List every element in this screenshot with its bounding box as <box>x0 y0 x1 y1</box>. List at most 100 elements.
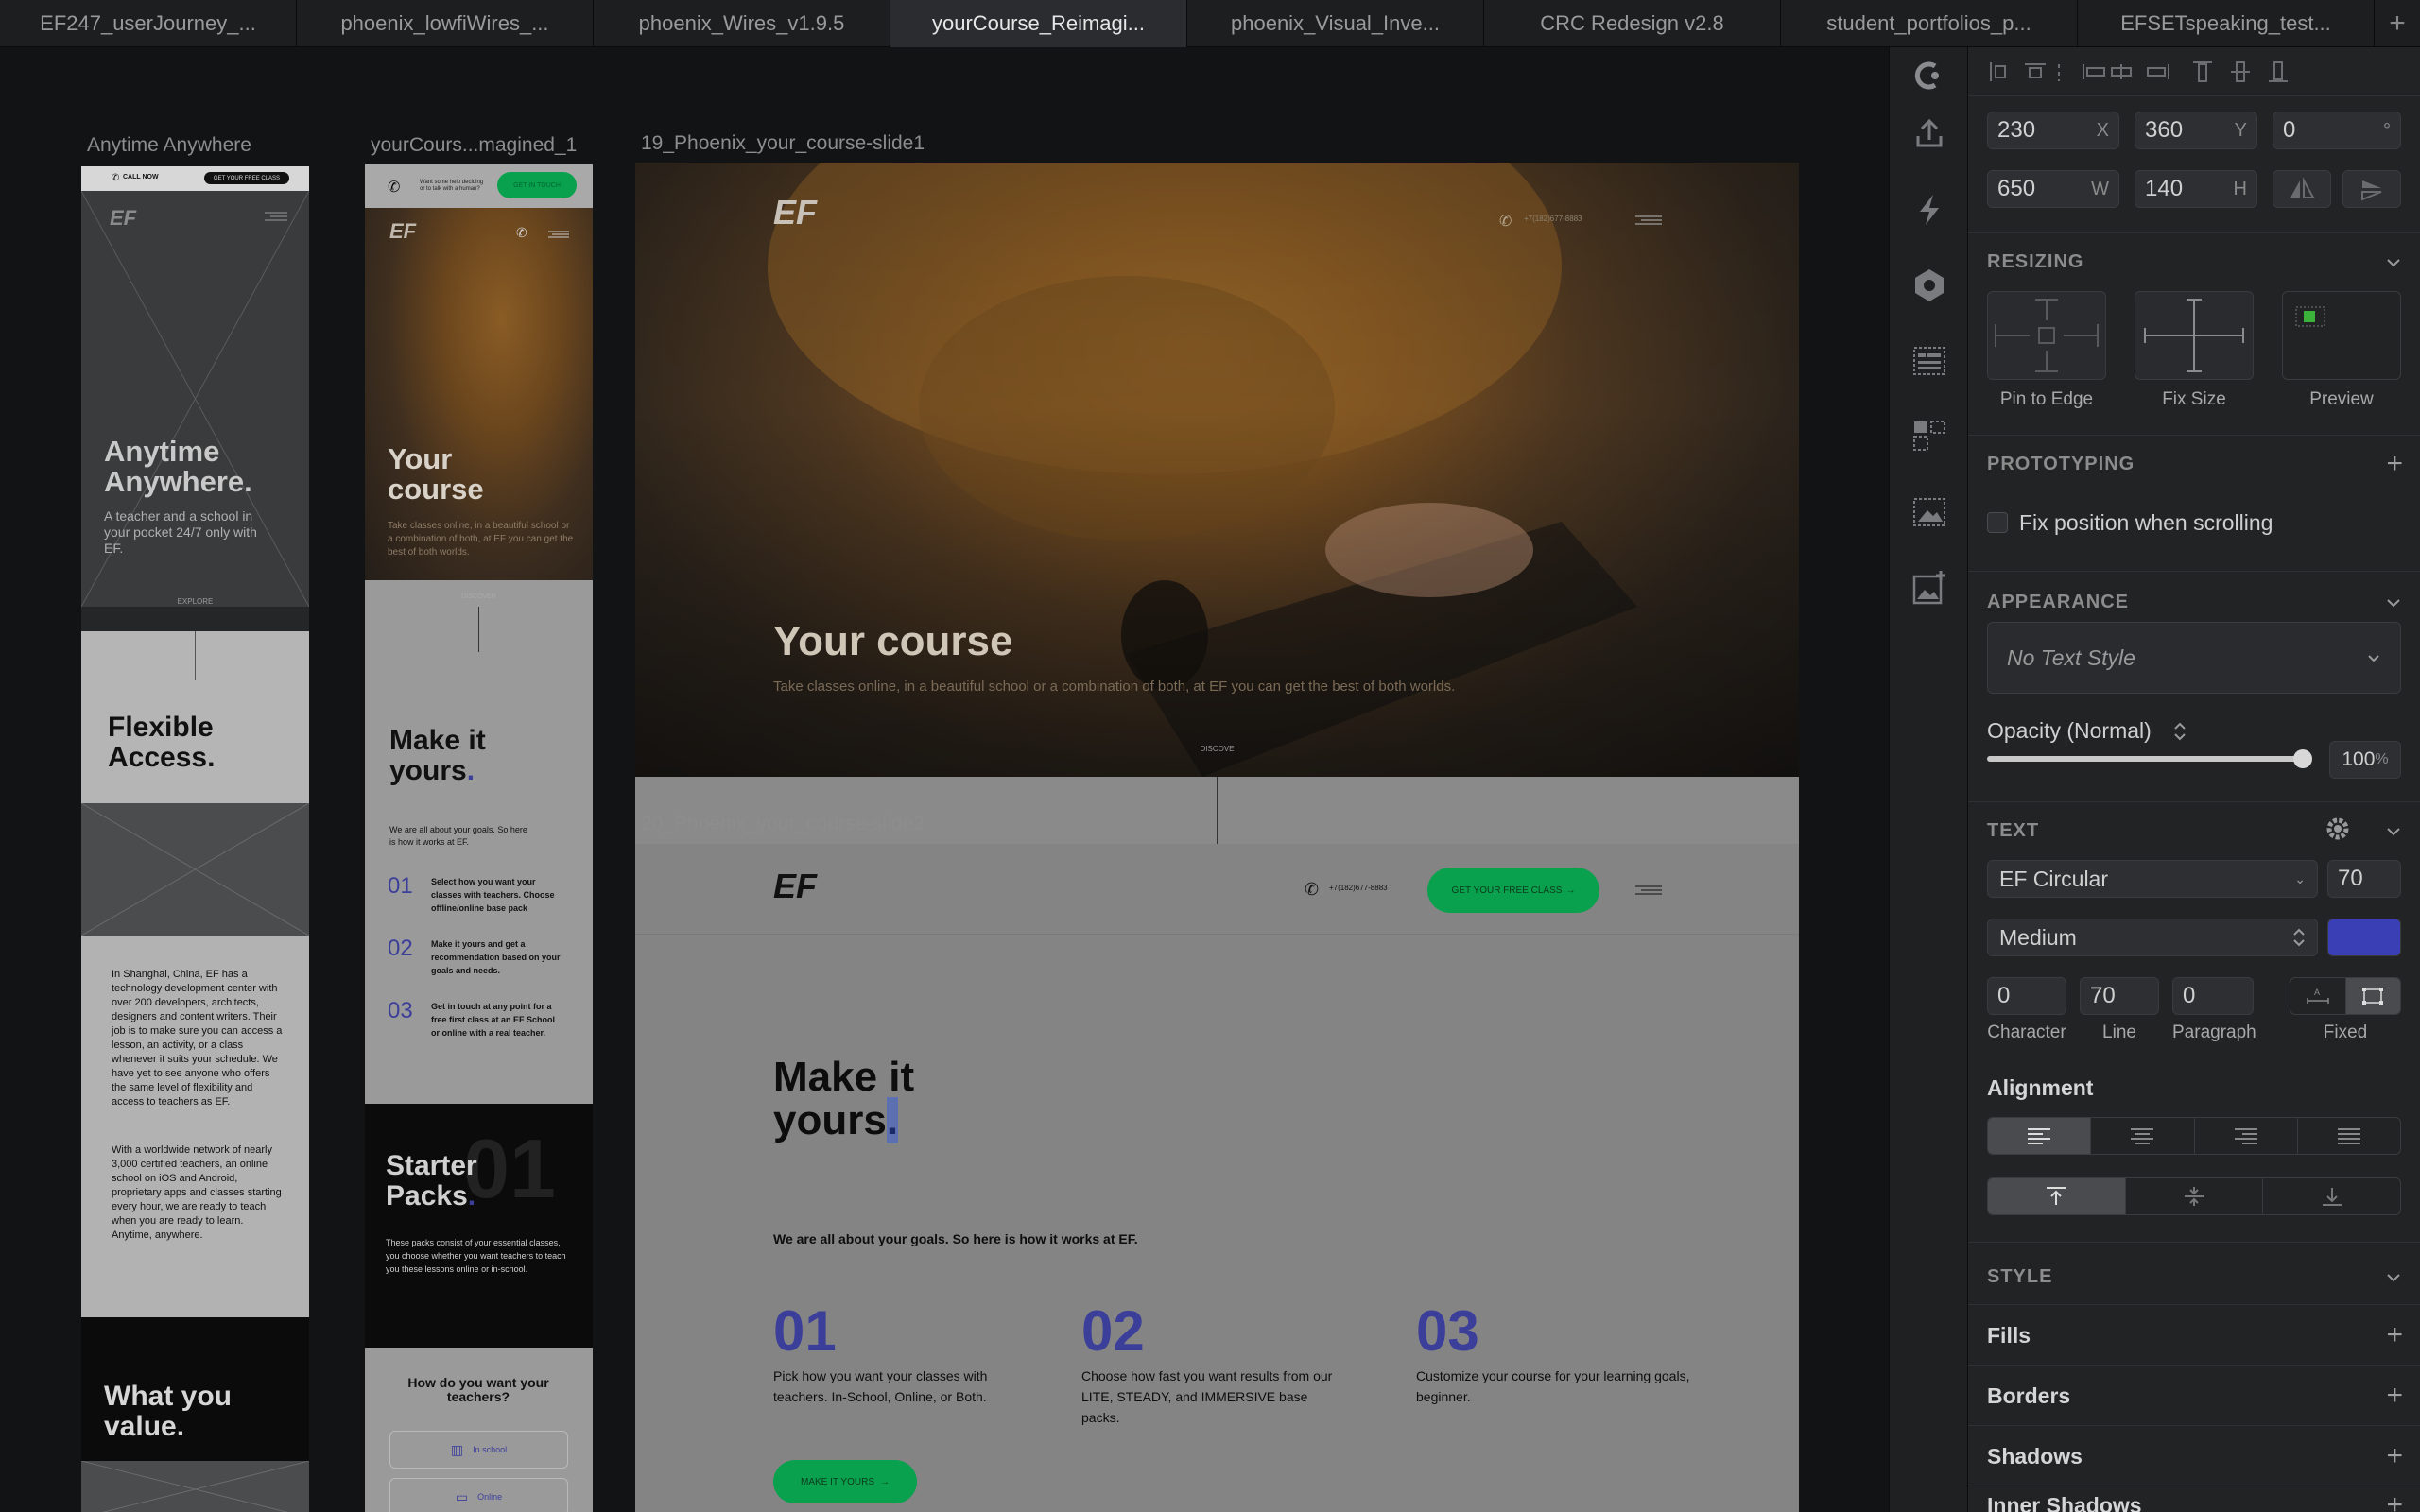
chevron-down-icon[interactable] <box>2384 593 2403 612</box>
add-border-button[interactable]: + <box>2386 1382 2403 1410</box>
tab-efset-speaking[interactable]: EFSETspeaking_test... <box>2078 0 2375 47</box>
align-top-button[interactable] <box>1988 1178 2126 1214</box>
title-dot: . <box>466 755 475 786</box>
phone-icon[interactable]: ✆ <box>1305 880 1319 900</box>
pin-to-edge-control[interactable] <box>1987 291 2106 380</box>
phone-number: +7(182)677-8883 <box>1329 884 1388 892</box>
image-crop-icon[interactable] <box>1910 493 1948 531</box>
rotation-field[interactable]: 0 ° <box>2273 112 2401 149</box>
explore-link[interactable]: EXPLORE <box>81 597 309 606</box>
text-style-dropdown[interactable]: No Text Style <box>1987 622 2401 694</box>
discover-link[interactable]: DISCOVER <box>365 593 593 600</box>
phone-icon[interactable]: ✆ <box>516 225 527 241</box>
chevron-down-icon[interactable] <box>2384 253 2403 272</box>
font-family-select[interactable]: EF Circular ⌄ <box>1987 860 2318 898</box>
step-number: 01 <box>773 1299 837 1363</box>
align-center-button[interactable] <box>2091 1118 2195 1154</box>
menu-icon[interactable] <box>1635 885 1662 895</box>
menu-icon[interactable] <box>265 212 287 221</box>
upload-icon[interactable] <box>1910 115 1948 153</box>
artboard-anytime-anywhere[interactable]: ✆ CALL NOW GET YOUR FREE CLASS EF Anytim… <box>81 166 309 1512</box>
tab-yourcourse-reimagined[interactable]: yourCourse_Reimagi... <box>890 0 1187 47</box>
tab-crc-redesign[interactable]: CRC Redesign v2.8 <box>1484 0 1781 47</box>
horizontal-alignment-control <box>1987 1117 2401 1155</box>
artboard-slide2[interactable]: EF ✆ +7(182)677-8883 GET YOUR FREE CLASS… <box>635 844 1799 1512</box>
fixed-size-button[interactable] <box>2345 978 2400 1014</box>
get-free-class-button[interactable]: GET YOUR FREE CLASS → <box>1427 868 1599 913</box>
align-left-button[interactable] <box>1988 1118 2092 1154</box>
layout-icon[interactable] <box>1910 342 1948 380</box>
option-online[interactable]: ▭ Online <box>389 1478 568 1512</box>
tab-student-portfolios[interactable]: student_portfolios_p... <box>1781 0 2078 47</box>
add-fill-button[interactable]: + <box>2386 1321 2403 1349</box>
grid-select-icon[interactable] <box>1910 418 1948 455</box>
option-in-school[interactable]: ▥ In school <box>389 1431 568 1469</box>
chevron-down-icon[interactable] <box>2384 1268 2403 1287</box>
tab-phoenix-wires[interactable]: phoenix_Wires_v1.9.5 <box>594 0 890 47</box>
artboard-label[interactable]: 19_Phoenix_your_course-slide1 <box>641 132 925 155</box>
hero-text: Take classes online, in a beautiful scho… <box>388 521 574 558</box>
get-free-class-button[interactable]: GET YOUR FREE CLASS <box>204 172 289 184</box>
artboard-label[interactable]: yourCours...magined_1 <box>371 134 577 157</box>
lightning-icon[interactable] <box>1910 191 1948 229</box>
text-behavior-toggle: A <box>2290 977 2401 1015</box>
add-inner-shadow-button[interactable]: + <box>2386 1491 2403 1512</box>
align-distribute-icons[interactable] <box>1989 60 2405 83</box>
discover-link[interactable]: DISCOVE <box>635 745 1799 753</box>
design-canvas[interactable]: Anytime Anywhere ✆ CALL NOW GET YOUR FRE… <box>0 47 1889 1512</box>
line-height-field[interactable]: 70 <box>2080 977 2159 1015</box>
text-color-swatch[interactable] <box>2327 919 2401 956</box>
align-justify-icon <box>2337 1128 2360 1144</box>
add-shadow-button[interactable]: + <box>2386 1442 2403 1470</box>
field-value: 0 <box>2183 983 2196 1008</box>
font-size-field[interactable]: 70 <box>2327 860 2401 898</box>
width-field[interactable]: 650 W <box>1987 170 2119 208</box>
artboard-yourcourse-mobile[interactable]: ✆ Want some help deciding or to talk wit… <box>365 164 593 1512</box>
image-add-icon[interactable] <box>1910 569 1948 607</box>
slider-knob[interactable] <box>2293 749 2312 768</box>
get-in-touch-button[interactable]: GET IN TOUCH <box>497 172 577 198</box>
y-position-field[interactable]: 360 Y <box>2135 112 2257 149</box>
gear-icon[interactable] <box>2324 815 2352 843</box>
paragraph-spacing-field[interactable]: 0 <box>2172 977 2254 1015</box>
placeholder-cross <box>81 1461 309 1512</box>
menu-icon[interactable] <box>548 231 569 238</box>
opacity-field[interactable]: 100% <box>2329 741 2401 779</box>
make-it-yours-button[interactable]: MAKE IT YOURS → <box>773 1460 917 1503</box>
artboard-slide1[interactable]: EF ✆ +7(182)677-8883 Your course Take cl… <box>635 163 1799 777</box>
align-middle-icon <box>2185 1187 2204 1206</box>
artboard-label[interactable]: 20_Phoenix_your_course-slide2 <box>641 813 925 835</box>
align-middle-button[interactable] <box>2126 1178 2264 1214</box>
tab-ef247-userjourney[interactable]: EF247_userJourney_... <box>0 0 297 47</box>
tab-phoenix-lowfiwires[interactable]: phoenix_lowfiWires_... <box>297 0 594 47</box>
help-text: Want some help deciding or to talk with … <box>420 180 484 192</box>
menu-icon[interactable] <box>1635 215 1662 225</box>
artboard-label[interactable]: Anytime Anywhere <box>87 134 251 157</box>
font-weight-select[interactable]: Medium <box>1987 919 2318 956</box>
fix-position-checkbox[interactable] <box>1987 512 2008 533</box>
align-justify-button[interactable] <box>2298 1118 2400 1154</box>
phone-icon[interactable]: ✆ <box>1499 212 1512 231</box>
image-placeholder <box>81 803 309 936</box>
arrow-right-icon: → <box>1565 885 1576 896</box>
flip-vertical-button[interactable] <box>2342 170 2401 208</box>
craft-icon[interactable] <box>1910 57 1948 94</box>
add-prototyping-button[interactable]: + <box>2386 450 2403 478</box>
selected-dot[interactable]: . <box>886 1097 899 1143</box>
tab-phoenix-visual[interactable]: phoenix_Visual_Inve... <box>1187 0 1484 47</box>
chevron-down-icon[interactable] <box>2384 822 2403 841</box>
flip-horizontal-button[interactable] <box>2273 170 2331 208</box>
character-spacing-field[interactable]: 0 <box>1987 977 2066 1015</box>
fix-size-control[interactable] <box>2135 291 2254 380</box>
align-right-button[interactable] <box>2195 1118 2298 1154</box>
align-bottom-button[interactable] <box>2263 1178 2400 1214</box>
height-field[interactable]: 140 H <box>2135 170 2257 208</box>
hexagon-icon[interactable] <box>1910 266 1948 304</box>
x-position-field[interactable]: 230 X <box>1987 112 2119 149</box>
auto-width-button[interactable]: A <box>2290 978 2346 1014</box>
field-suffix: X <box>2096 119 2109 141</box>
new-tab-button[interactable]: + <box>2375 0 2420 46</box>
field-value: 140 <box>2145 176 2184 201</box>
up-down-arrows-icon[interactable] <box>2172 720 2187 743</box>
opacity-slider[interactable] <box>1987 749 2312 768</box>
